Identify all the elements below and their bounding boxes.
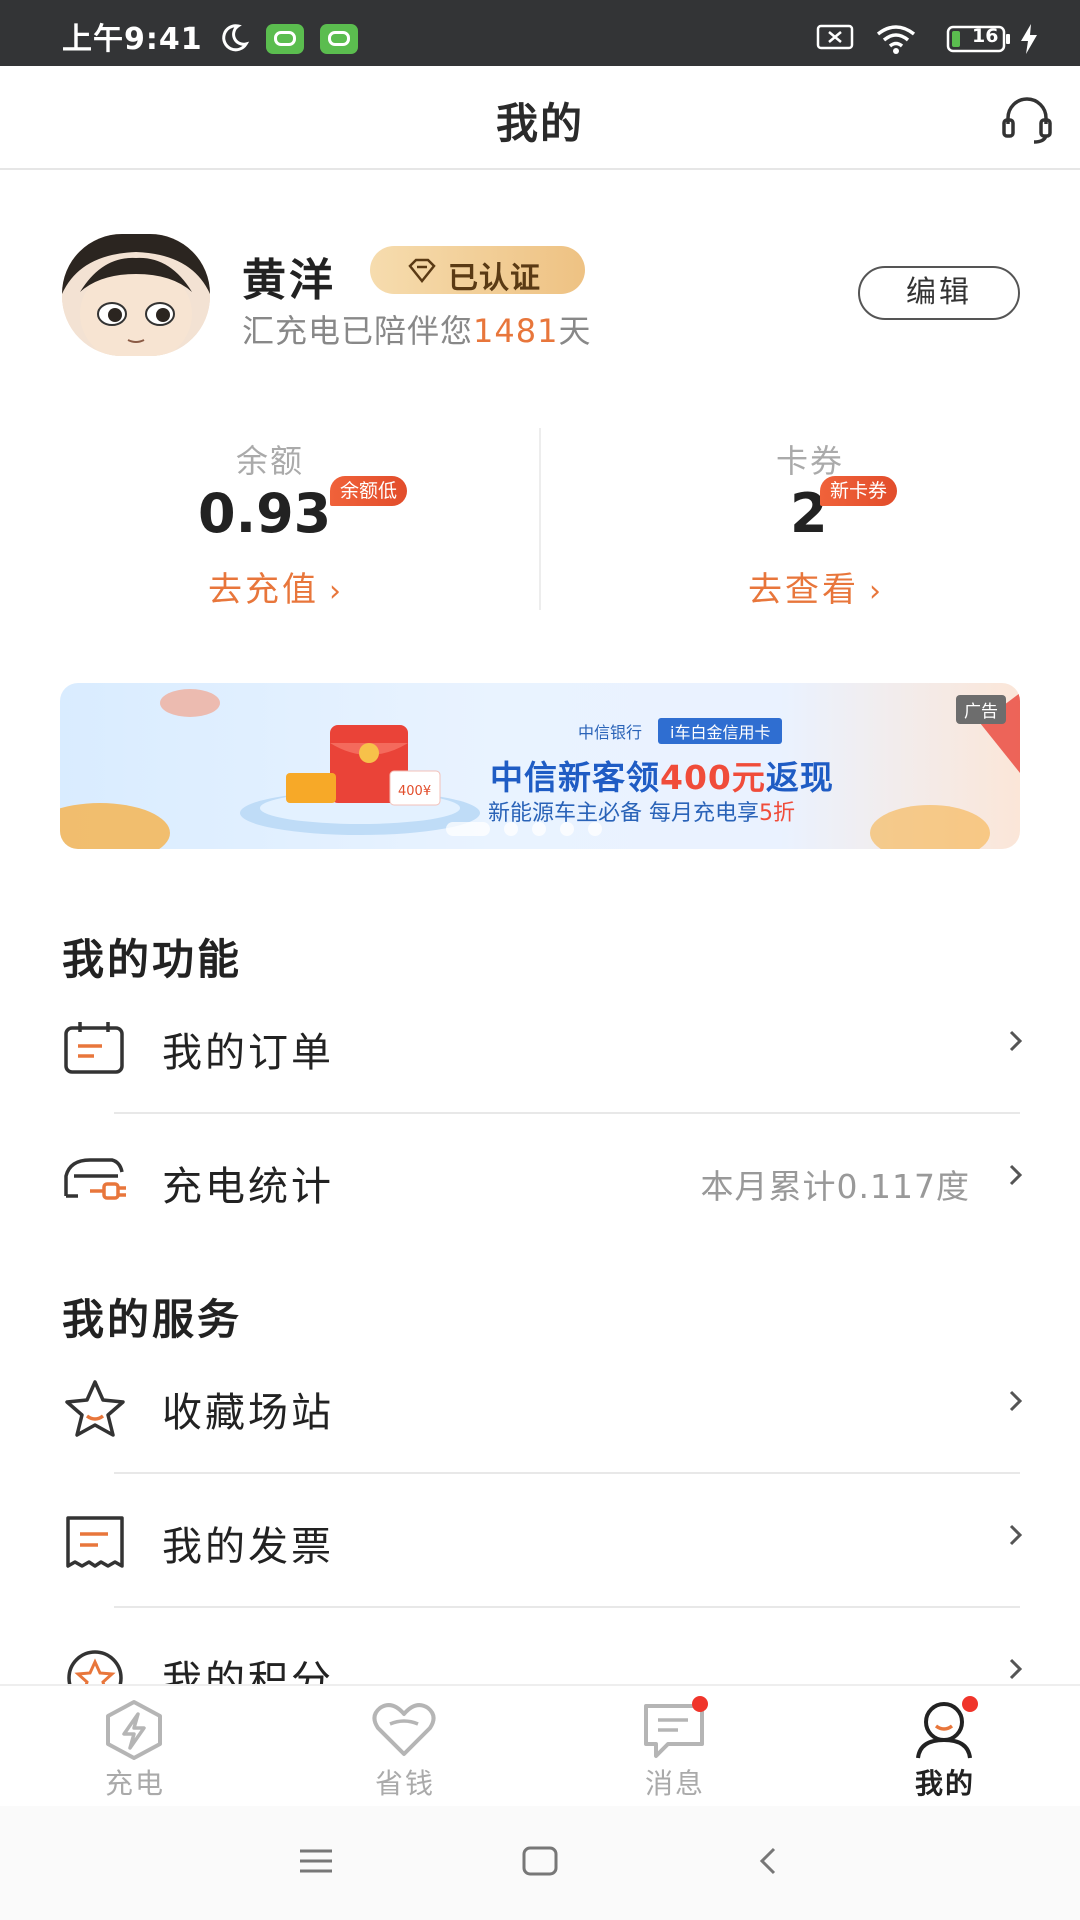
balance-stat[interactable]: 余额 0.93 余额低 去充值 › — [50, 430, 490, 610]
lightning-icon — [106, 1700, 162, 1760]
companion-prefix: 汇充电已陪伴您 — [242, 312, 474, 350]
row-divider — [114, 1112, 1020, 1114]
menu-label-invoices: 我的发票 — [162, 1524, 334, 1570]
chevron-right-icon — [1009, 1030, 1023, 1052]
low-balance-badge: 余额低 — [330, 476, 408, 506]
card-name: i车白金信用卡 — [658, 718, 783, 744]
avatar[interactable] — [62, 234, 210, 356]
menu-label-favorites: 收藏场站 — [162, 1390, 334, 1436]
functions-section-title: 我的功能 — [62, 935, 243, 984]
bottom-tab-bar: 充电 省钱 消息 我的 — [0, 1684, 1080, 1806]
companion-suffix: 天 — [558, 312, 592, 350]
unread-dot — [692, 1696, 708, 1712]
app-notification-icon — [266, 24, 304, 54]
chevron-right-icon — [1009, 1164, 1023, 1186]
top-up-label: 去充值 — [208, 570, 319, 610]
no-sim-icon — [816, 24, 854, 50]
balance-value: 0.93 — [198, 482, 332, 545]
menu-label-charging-stats: 充电统计 — [162, 1164, 334, 1210]
system-nav-bar — [0, 1806, 1080, 1920]
balance-label: 余额 — [235, 442, 304, 480]
new-coupon-badge: 新卡券 — [820, 476, 898, 506]
menu-row-favorites[interactable]: 收藏场站 — [0, 1350, 1080, 1462]
tab-mine[interactable]: 我的 — [810, 1686, 1080, 1808]
charging-bolt-icon — [1021, 24, 1037, 54]
tab-label-messages: 消息 — [644, 1767, 705, 1800]
carousel-dot — [532, 822, 546, 836]
page-header: 我的 — [0, 66, 1080, 170]
companion-text: 汇充电已陪伴您1481天 — [242, 306, 591, 352]
banner-discount: 5折 — [759, 801, 795, 826]
app-notification-icon — [320, 24, 358, 54]
chevron-right-icon — [1009, 1524, 1023, 1546]
row-divider — [114, 1472, 1020, 1474]
order-icon — [64, 1022, 124, 1074]
menu-row-invoices[interactable]: 我的发票 — [0, 1484, 1080, 1596]
star-icon — [65, 1380, 125, 1437]
carousel-dot — [446, 822, 490, 836]
wifi-icon — [876, 25, 916, 54]
menu-row-charging-stats[interactable]: 充电统计 本月累计0.117度 — [0, 1124, 1080, 1236]
chevron-right-icon — [1009, 1658, 1023, 1680]
menu-row-points[interactable]: 我的积分 — [0, 1618, 1080, 1684]
carousel-dot — [504, 822, 518, 836]
banner-headline: 中信新客领400元返现 — [490, 751, 834, 799]
back-icon[interactable] — [756, 1846, 780, 1876]
menu-label-points: 我的积分 — [162, 1658, 334, 1684]
companion-days: 1481 — [473, 312, 559, 350]
charging-stats-icon — [64, 1158, 126, 1200]
status-bar: 上午9:41 16 — [0, 0, 1080, 66]
tab-savings[interactable]: 省钱 — [270, 1686, 540, 1808]
home-icon[interactable] — [522, 1846, 558, 1876]
heart-icon — [372, 1703, 436, 1756]
tab-label-charging: 充电 — [104, 1767, 165, 1800]
carousel-dot — [588, 822, 602, 836]
edit-profile-button[interactable]: 编辑 — [858, 266, 1020, 320]
headset-icon[interactable] — [1000, 94, 1054, 144]
battery-level: 16 — [972, 25, 999, 47]
chevron-right-icon: › — [869, 574, 884, 609]
verified-badge: 已认证 — [370, 246, 585, 296]
coupon-label: 卡券 — [775, 442, 844, 480]
diamond-icon — [408, 258, 436, 284]
stats-divider — [539, 428, 541, 610]
tab-label-savings: 省钱 — [374, 1767, 435, 1800]
view-coupons-label: 去查看 — [748, 570, 859, 610]
points-icon — [67, 1650, 123, 1684]
coupon-stat[interactable]: 卡券 2 新卡券 去查看 › — [590, 430, 1030, 610]
username: 黄洋 — [242, 255, 336, 306]
banner-headline-amount: 400元 — [660, 758, 766, 797]
view-coupons-link[interactable]: 去查看 › — [748, 562, 884, 611]
tab-label-mine: 我的 — [914, 1767, 975, 1800]
tab-messages[interactable]: 消息 — [540, 1686, 810, 1808]
services-section-title: 我的服务 — [62, 1295, 243, 1344]
banner-headline-suffix: 返现 — [765, 758, 834, 797]
invoice-icon — [66, 1516, 124, 1568]
monthly-usage: 本月累计0.117度 — [700, 1167, 970, 1206]
carousel-dots — [446, 821, 616, 836]
page-title: 我的 — [495, 99, 584, 148]
top-up-link[interactable]: 去充值 › — [208, 562, 344, 611]
banner-headline-prefix: 中信新客领 — [490, 758, 660, 797]
tab-charging[interactable]: 充电 — [0, 1686, 270, 1808]
verified-label: 已认证 — [448, 261, 541, 296]
ad-banner[interactable]: 400¥ 广告 中信银行 i车白金信用卡 中信新客领400元返现 新能源车主必备… — [60, 683, 1020, 849]
row-divider — [114, 1606, 1020, 1608]
menu-label-orders: 我的订单 — [162, 1030, 334, 1076]
bank-name: 中信银行 — [578, 723, 643, 742]
menu-icon[interactable] — [298, 1846, 334, 1876]
moon-icon — [222, 24, 250, 52]
notification-dot — [962, 1696, 978, 1712]
status-time: 上午9:41 — [62, 22, 203, 57]
chevron-right-icon — [1009, 1390, 1023, 1412]
svg-text:400¥: 400¥ — [398, 784, 431, 799]
menu-row-orders[interactable]: 我的订单 — [0, 990, 1080, 1102]
carousel-dot — [560, 822, 574, 836]
chevron-right-icon: › — [329, 574, 344, 609]
ad-label: 广告 — [956, 695, 1006, 724]
